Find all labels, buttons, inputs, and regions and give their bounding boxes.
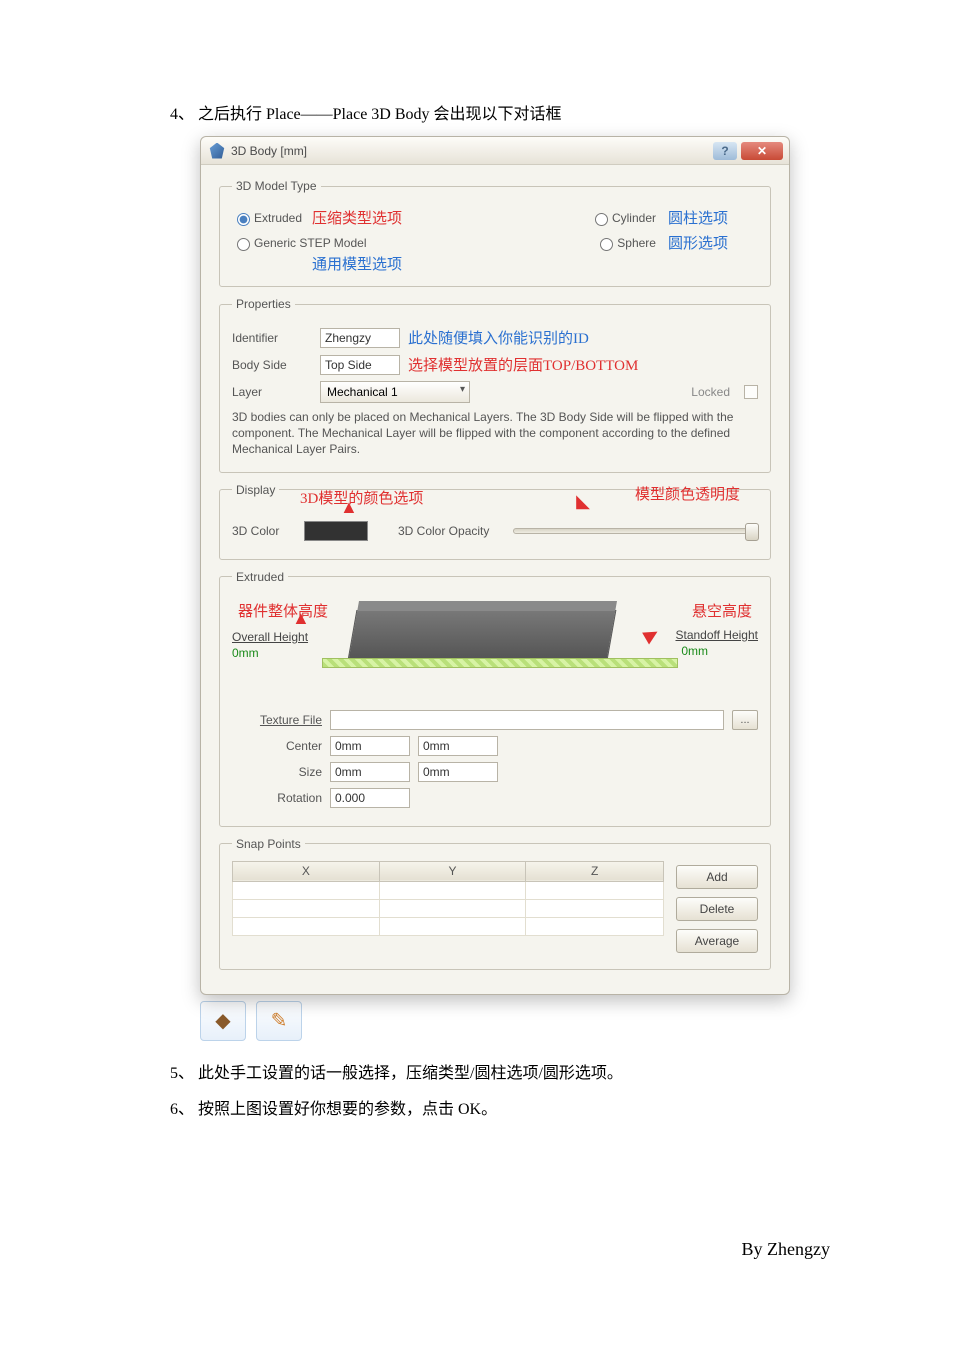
group-extruded: Extruded 器件整体高度 悬空高度 Overall Height 0mm … <box>219 570 771 827</box>
extruded-illustration: 器件整体高度 悬空高度 Overall Height 0mm ▲ Standof… <box>232 600 758 700</box>
snap-col-x[interactable]: X <box>233 861 380 881</box>
radio-step-model[interactable] <box>237 238 250 251</box>
anno-sphere: 圆形选项 <box>668 232 728 253</box>
label-body-side: Body Side <box>232 358 312 372</box>
table-row[interactable] <box>233 881 664 899</box>
label-opacity: 3D Color Opacity <box>398 524 489 538</box>
label-cylinder: Cylinder <box>612 211 656 225</box>
label-identifier: Identifier <box>232 331 312 345</box>
group-display: Display 3D模型的颜色选项 模型颜色透明度 ▲ ◣ 3D Color 3… <box>219 483 771 560</box>
help-button[interactable]: ? <box>713 142 737 160</box>
anno-identifier: 此处随便填入你能识别的ID <box>408 327 589 348</box>
label-size: Size <box>232 765 322 779</box>
radio-cylinder[interactable] <box>595 213 608 226</box>
input-identifier[interactable] <box>320 328 400 348</box>
paint-icon: ✎ <box>271 1008 288 1033</box>
legend-model-type: 3D Model Type <box>232 179 321 193</box>
snap-col-y[interactable]: Y <box>379 861 526 881</box>
arrow-color-icon: ▲ <box>340 503 358 511</box>
arrow-opacity-icon: ◣ <box>576 497 590 505</box>
input-size-y[interactable] <box>418 762 498 782</box>
table-row[interactable] <box>233 899 664 917</box>
select-layer-value: Mechanical 1 <box>327 385 398 399</box>
label-layer: Layer <box>232 385 312 399</box>
label-extruded: Extruded <box>254 211 302 225</box>
slider-thumb[interactable] <box>745 523 759 541</box>
browse-button[interactable]: ... <box>732 710 758 730</box>
close-button[interactable]: ✕ <box>741 142 783 160</box>
anno-standoff-height: 悬空高度 <box>692 600 752 621</box>
radio-sphere[interactable] <box>600 238 613 251</box>
label-standoff-height: Standoff Height <box>675 628 758 642</box>
titlebar: 3D Body [mm] ? ✕ <box>201 137 789 165</box>
input-center-x[interactable] <box>330 736 410 756</box>
app-icon <box>209 143 225 159</box>
taskbar-icons: ◆ ✎ <box>200 1001 870 1041</box>
value-standoff-height: 0mm <box>681 644 708 658</box>
window-title: 3D Body [mm] <box>231 144 709 158</box>
legend-properties: Properties <box>232 297 295 311</box>
snap-col-z[interactable]: Z <box>526 861 664 881</box>
slider-opacity[interactable] <box>513 528 758 534</box>
anno-opacity: 模型颜色透明度 <box>635 483 740 504</box>
delete-button[interactable]: Delete <box>676 897 758 921</box>
label-rotation: Rotation <box>232 791 322 805</box>
legend-snap-points: Snap Points <box>232 837 305 851</box>
note-mechanical-layers: 3D bodies can only be placed on Mechanic… <box>232 409 758 458</box>
anno-overall-height: 器件整体高度 <box>238 600 328 621</box>
step-6-text: 6、 按照上图设置好你想要的参数，点击 OK。 <box>170 1095 870 1119</box>
input-center-y[interactable] <box>418 736 498 756</box>
radio-extruded[interactable] <box>237 213 250 226</box>
swatch-3d-color[interactable] <box>304 521 368 541</box>
label-locked: Locked <box>691 385 730 399</box>
snap-table[interactable]: X Y Z <box>232 861 664 936</box>
input-size-x[interactable] <box>330 762 410 782</box>
step-5-text: 5、 此处手工设置的话一般选择，压缩类型/圆柱选项/圆形选项。 <box>170 1059 870 1083</box>
checkbox-locked[interactable] <box>744 385 758 399</box>
legend-display: Display <box>232 483 279 497</box>
label-overall-height: Overall Height <box>232 630 308 644</box>
input-rotation[interactable] <box>330 788 410 808</box>
label-3d-color: 3D Color <box>232 524 296 538</box>
legend-extruded: Extruded <box>232 570 288 584</box>
anno-3d-color: 3D模型的颜色选项 <box>300 487 423 508</box>
label-texture-file: Texture File <box>232 713 322 727</box>
taskbar-icon-1[interactable]: ◆ <box>200 1001 246 1041</box>
label-step-model: Generic STEP Model <box>254 236 367 250</box>
label-sphere: Sphere <box>617 236 656 250</box>
input-body-side[interactable] <box>320 355 400 375</box>
input-texture-file[interactable] <box>330 710 724 730</box>
anno-body-side: 选择模型放置的层面TOP/BOTTOM <box>408 354 638 375</box>
group-model-type: 3D Model Type Extruded 压缩类型选项 Cylinder 圆… <box>219 179 771 287</box>
arrow-overall-icon: ▲ <box>292 614 310 622</box>
anno-extruded: 压缩类型选项 <box>312 207 402 228</box>
average-button[interactable]: Average <box>676 929 758 953</box>
label-center: Center <box>232 739 322 753</box>
anno-cylinder: 圆柱选项 <box>668 207 728 228</box>
cube-icon: ◆ <box>215 1008 230 1033</box>
value-overall-height: 0mm <box>232 646 259 660</box>
footer-author: By Zhengzy <box>170 1239 870 1260</box>
step-4-text: 4、 之后执行 Place——Place 3D Body 会出现以下对话框 <box>170 100 870 124</box>
anno-step-model: 通用模型选项 <box>312 253 758 274</box>
select-layer[interactable]: Mechanical 1 <box>320 381 470 403</box>
add-button[interactable]: Add <box>676 865 758 889</box>
group-snap-points: Snap Points X Y Z <box>219 837 771 970</box>
table-row[interactable] <box>233 917 664 935</box>
dialog-3d-body: 3D Body [mm] ? ✕ 3D Model Type Extruded … <box>200 136 790 995</box>
taskbar-icon-2[interactable]: ✎ <box>256 1001 302 1041</box>
group-properties: Properties Identifier 此处随便填入你能识别的ID Body… <box>219 297 771 473</box>
arrow-standoff-icon: ▶ <box>643 627 659 641</box>
